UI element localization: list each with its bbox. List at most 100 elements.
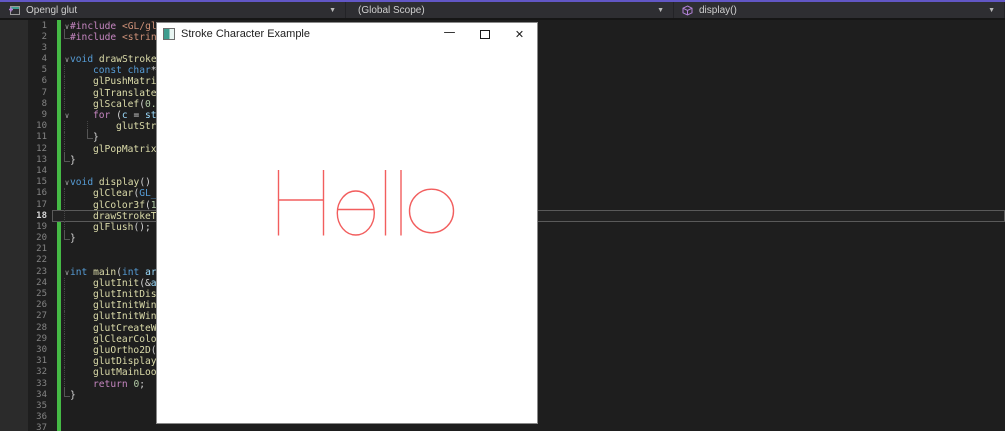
line-number: 22 (36, 255, 47, 266)
glut-canvas (157, 45, 537, 423)
indent-guide (64, 76, 65, 88)
indent-guide (64, 188, 65, 200)
line-number: 29 (36, 333, 47, 344)
code-text: int main(int ar (70, 266, 157, 278)
window-title: Stroke Character Example (181, 28, 310, 40)
code-text: for (c = st (93, 110, 157, 121)
line-number: 4 (41, 54, 47, 65)
code-text: glScalef(0. (93, 98, 157, 110)
line-number: 3 (41, 42, 47, 53)
indent-guide (64, 121, 65, 133)
window-titlebar[interactable]: Stroke Character Example — ✕ (157, 23, 537, 45)
indent-guide (64, 344, 65, 357)
code-text: glColor3f(1 (93, 199, 157, 211)
line-number: 27 (36, 311, 47, 322)
line-number: 15 (36, 177, 47, 188)
indent-guide (64, 333, 65, 345)
code-text: glutInit(&a (93, 277, 157, 289)
code-text: return 0; (93, 378, 145, 390)
code-line[interactable]: 37 (0, 423, 1005, 431)
code-text: #include <strin (70, 31, 157, 43)
project-dropdown-label: Opengl glut (26, 4, 78, 16)
line-number: 5 (41, 65, 47, 76)
code-text: glPopMatrix (93, 143, 157, 155)
line-number: 2 (41, 31, 47, 42)
line-number: 24 (36, 277, 47, 288)
line-number: 30 (36, 344, 47, 355)
close-button[interactable]: ✕ (502, 23, 537, 45)
ide-screen: Opengl glut ▼ (Global Scope) ▼ display()… (0, 0, 1005, 431)
code-text: glutStr (116, 121, 157, 133)
line-number: 11 (36, 132, 47, 143)
line-number: 7 (41, 87, 47, 98)
app-window-icon (163, 28, 175, 40)
code-text: glClearColo (93, 333, 157, 345)
glut-output-window: Stroke Character Example — ✕ (156, 22, 538, 424)
indent-guide (64, 322, 65, 334)
line-number: 23 (36, 266, 47, 277)
line-number: 34 (36, 389, 47, 400)
indent-guide (64, 300, 65, 312)
chevron-down-icon: ▼ (988, 6, 995, 14)
indent-guide (64, 277, 65, 289)
code-text: } (70, 389, 76, 401)
code-text: } (93, 132, 99, 144)
line-number: 10 (36, 121, 47, 132)
code-text: glFlush(); (93, 221, 151, 233)
code-text: void drawStrokeT (70, 54, 163, 66)
code-text: glutInitDis (93, 289, 157, 300)
line-number: 25 (36, 289, 47, 299)
chevron-down-icon: ▼ (657, 6, 664, 14)
line-number: 20 (36, 233, 47, 244)
line-number: 33 (36, 378, 47, 389)
navigation-bar: Opengl glut ▼ (Global Scope) ▼ display()… (0, 2, 1005, 20)
minimize-button[interactable]: — (432, 21, 467, 47)
code-text: gluOrtho2D( (93, 344, 157, 356)
line-number: 9 (41, 110, 47, 120)
line-number: 1 (41, 20, 47, 31)
indent-guide (64, 199, 65, 211)
member-dropdown-label: display() (699, 4, 737, 16)
code-text: glTranslate (93, 87, 157, 99)
code-text: } (70, 233, 76, 245)
scope-dropdown[interactable]: (Global Scope) ▼ (346, 2, 674, 18)
line-number: 8 (41, 98, 47, 109)
indent-guide (64, 132, 65, 144)
code-text: glutDisplay (93, 356, 157, 368)
indent-guide (64, 87, 65, 99)
line-number: 28 (36, 322, 47, 333)
method-cube-icon (682, 4, 693, 16)
indent-guide (64, 356, 65, 368)
scope-dropdown-label: (Global Scope) (358, 4, 425, 16)
line-number: 31 (36, 356, 47, 367)
hello-stroke-text (277, 170, 455, 236)
code-text: glutInitWin (93, 311, 157, 323)
maximize-button[interactable] (467, 23, 502, 45)
line-number: 18 (36, 210, 47, 221)
indent-guide (64, 65, 65, 77)
indent-guide (64, 311, 65, 323)
code-text: } (70, 154, 76, 166)
code-text: glutCreateW (93, 322, 157, 334)
project-dropdown[interactable]: Opengl glut ▼ (0, 2, 346, 18)
indent-guide (64, 98, 65, 110)
code-text: const char* (93, 65, 157, 77)
indent-guide (64, 367, 65, 379)
code-text: #include <GL/gl (70, 20, 157, 32)
line-number: 26 (36, 300, 47, 311)
code-text: glutInitWin (93, 300, 157, 312)
member-dropdown[interactable]: display() ▼ (674, 2, 1005, 18)
indent-guide (64, 289, 65, 301)
line-number: 16 (36, 188, 47, 199)
code-text: void display() (70, 177, 151, 189)
indent-guide (64, 210, 65, 222)
code-text: glClear(GL_ (93, 188, 157, 200)
code-text: drawStrokeT (93, 210, 157, 222)
maximize-icon (479, 29, 490, 39)
line-number: 17 (36, 199, 47, 210)
line-number: 12 (36, 143, 47, 154)
chevron-down-icon: ▼ (329, 6, 336, 14)
line-number: 37 (36, 423, 47, 431)
code-text: glPushMatri (93, 76, 157, 88)
line-number: 14 (36, 165, 47, 176)
